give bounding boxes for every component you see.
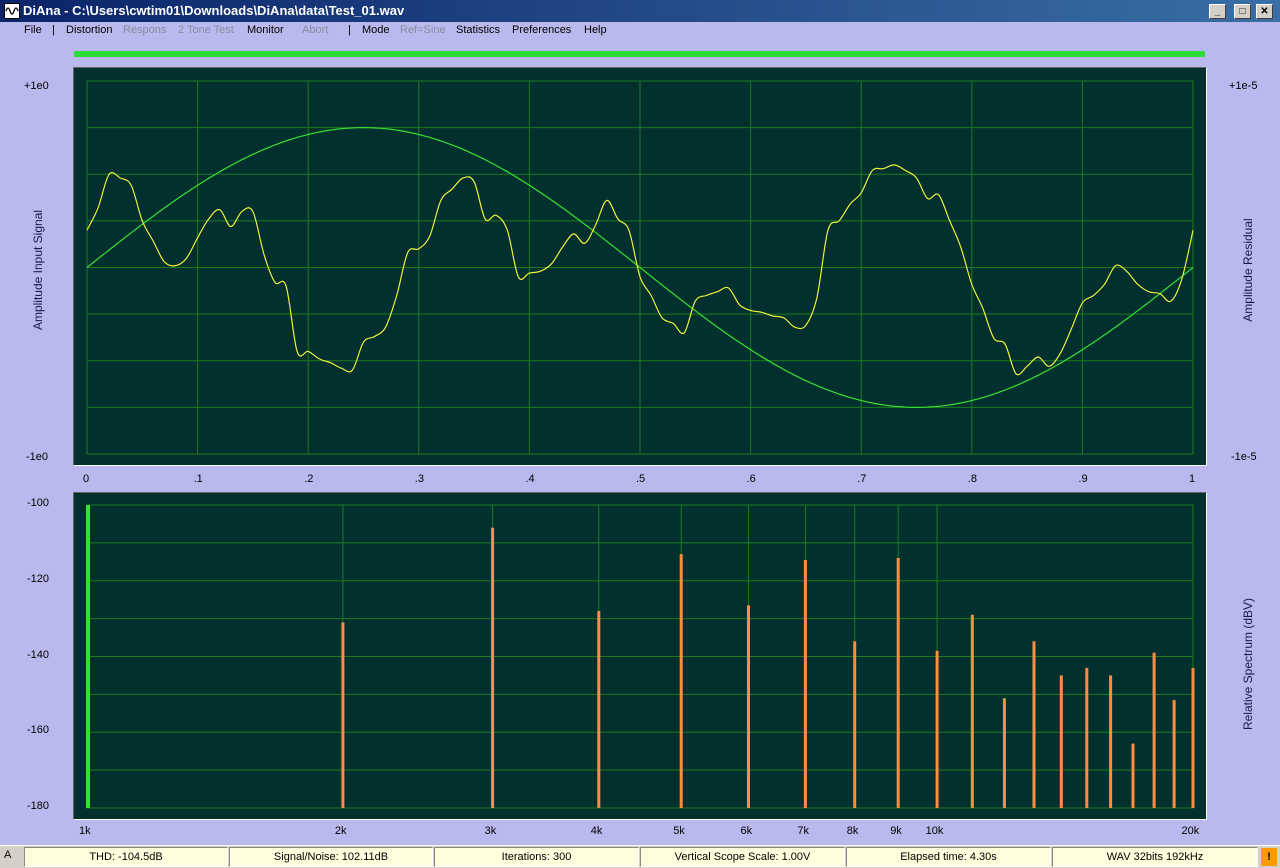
spectrum-bar	[853, 641, 857, 808]
scope-x-tick-label: .4	[525, 473, 535, 485]
menu-bar: File | Distortion Respons 2 Tone Test Mo…	[0, 22, 1280, 40]
spectrum-bar	[1032, 641, 1036, 808]
scope-x-tick-label: 1	[1189, 473, 1196, 485]
spectrum-x-tick-label: 9k	[890, 825, 902, 837]
minimize-button[interactable]: _	[1209, 4, 1226, 19]
title-bar: DiAna - C:\Users\cwtim01\Downloads\DiAna…	[0, 0, 1280, 22]
menu-abort[interactable]: Abort	[302, 24, 328, 36]
status-vertical-scale: Vertical Scope Scale: 1.00V	[640, 847, 845, 867]
spectrum-bar	[1131, 743, 1135, 808]
spectrum-bar	[597, 611, 601, 808]
scope-right-top-label: +1e-5	[1229, 80, 1258, 92]
scope-x-tick-label: .9	[1078, 473, 1088, 485]
spectrum-x-tick-label: 5k	[673, 825, 685, 837]
scope-x-tick-label: .1	[193, 473, 203, 485]
spectrum-plot	[86, 504, 1195, 809]
scope-x-tick-label: 0	[83, 473, 90, 485]
spectrum-bar	[747, 605, 750, 808]
status-elapsed-time: Elapsed time: 4.30s	[846, 847, 1051, 867]
status-format: WAV 32bits 192kHz	[1052, 847, 1258, 867]
spectrum-bar	[491, 527, 495, 808]
spectrum-x-tick-label: 20k	[1181, 825, 1200, 837]
spectrum-bar	[341, 622, 345, 808]
warning-icon[interactable]: !	[1261, 848, 1277, 866]
scope-x-tick-label: .8	[967, 473, 977, 485]
menu-file[interactable]: File	[24, 24, 42, 36]
scope-plot	[86, 80, 1194, 455]
scope-chart	[73, 67, 1207, 466]
menu-statistics[interactable]: Statistics	[456, 24, 500, 36]
spectrum-y-tick-label: -100	[27, 497, 50, 509]
spectrum-bar	[1059, 675, 1063, 808]
menu-mode[interactable]: Mode	[362, 24, 390, 36]
menu-ref-sine[interactable]: Ref=Sine	[400, 24, 446, 36]
spectrum-bar	[1109, 675, 1113, 808]
spectrum-y-tick-label: -140	[27, 648, 50, 661]
scope-right-bottom-label: -1e-5	[1231, 451, 1257, 463]
spectrum-bar	[1085, 667, 1089, 808]
status-signal-noise: Signal/Noise: 102.11dB	[229, 847, 433, 867]
close-button[interactable]: ✕	[1256, 4, 1273, 19]
spectrum-y-tick-label: -120	[27, 572, 50, 585]
maximize-button[interactable]: □	[1234, 4, 1251, 19]
menu-distortion[interactable]: Distortion	[66, 24, 112, 36]
spectrum-bar	[1191, 667, 1195, 808]
spectrum-bar	[970, 614, 974, 808]
spectrum-grid	[86, 504, 1194, 809]
app-icon	[4, 3, 20, 19]
progress-bar	[74, 51, 1205, 57]
spectrum-bar	[86, 505, 90, 808]
scope-x-tick-label: .7	[857, 473, 867, 485]
menu-help[interactable]: Help	[584, 24, 607, 36]
status-mode: A	[4, 849, 12, 861]
scope-x-tick-label: .3	[414, 473, 424, 485]
spectrum-bar	[679, 554, 683, 808]
spectrum-bar	[1002, 698, 1006, 808]
spectrum-right-axis-title: Relative Spectrum (dBV)	[1241, 597, 1255, 731]
spectrum-x-tick-label: 10k	[925, 825, 944, 837]
menu-separator: |	[52, 24, 55, 36]
menu-respons[interactable]: Respons	[123, 24, 166, 36]
menu-monitor[interactable]: Monitor	[247, 24, 284, 36]
scope-right-axis-title: Amplitude Residual	[1241, 218, 1255, 322]
spectrum-y-tick-label: -160	[27, 724, 50, 737]
menu-two-tone-test[interactable]: 2 Tone Test	[178, 24, 234, 36]
spectrum-y-tick-label: -180	[27, 800, 50, 812]
spectrum-x-tick-label: 3k	[484, 825, 497, 837]
spectrum-bar	[935, 650, 939, 808]
scope-left-top-label: +1e0	[24, 80, 49, 92]
status-bar: A THD: -104.5dB Signal/Noise: 102.11dB I…	[0, 845, 1280, 868]
status-iterations: Iterations: 300	[434, 847, 639, 867]
spectrum-x-tick-label: 6k	[740, 825, 753, 837]
status-thd: THD: -104.5dB	[24, 847, 228, 867]
scope-x-tick-label: .5	[636, 473, 646, 485]
scope-left-axis-title: Amplitude Input Signal	[31, 209, 45, 331]
spectrum-bar	[803, 559, 807, 808]
spectrum-x-tick-label: 1k	[79, 825, 91, 837]
spectrum-x-tick-label: 8k	[846, 825, 859, 837]
scope-x-tick-label: .2	[304, 473, 314, 485]
menu-preferences[interactable]: Preferences	[512, 24, 571, 36]
spectrum-x-tick-label: 2k	[334, 825, 347, 837]
spectrum-bar	[896, 558, 900, 808]
menu-separator: |	[348, 24, 351, 36]
spectrum-chart	[73, 492, 1207, 820]
spectrum-bar	[1152, 652, 1156, 808]
window-title: DiAna - C:\Users\cwtim01\Downloads\DiAna…	[23, 3, 405, 18]
spectrum-x-tick-label: 7k	[797, 825, 810, 837]
spectrum-x-tick-label: 4k	[590, 825, 603, 837]
scope-left-bottom-label: -1e0	[26, 451, 49, 463]
spectrum-bar	[1172, 700, 1176, 808]
scope-x-tick-label: .6	[746, 473, 756, 485]
